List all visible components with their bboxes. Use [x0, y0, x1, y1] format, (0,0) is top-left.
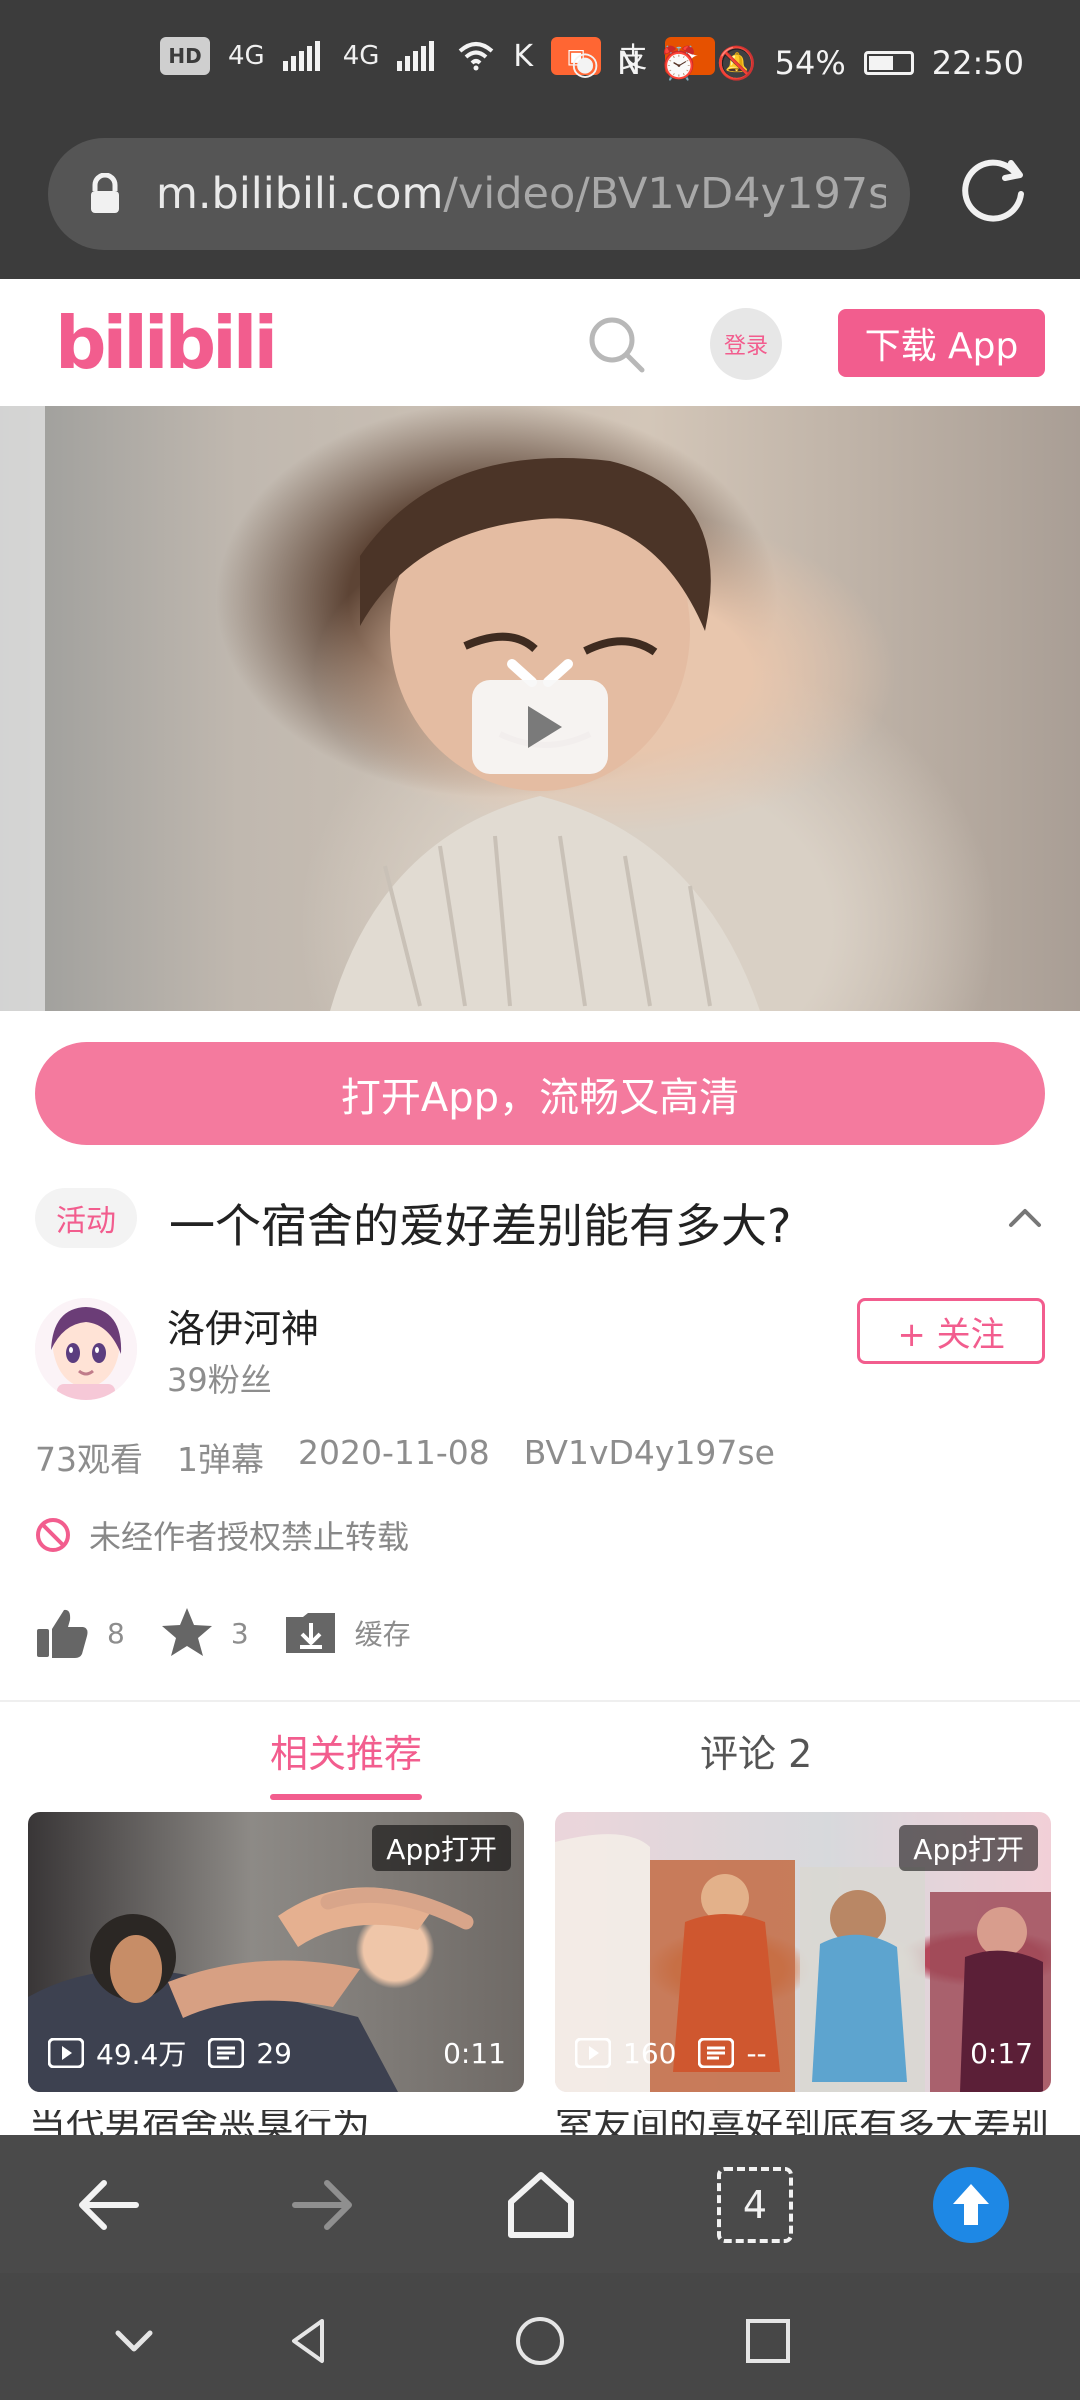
- content-tabs: 相关推荐 评论 2: [0, 1707, 1080, 1800]
- favorite-action[interactable]: 3: [159, 1605, 249, 1661]
- tab-comments[interactable]: 评论 2: [700, 1723, 812, 1778]
- publish-date: 2020-11-08: [298, 1433, 490, 1472]
- forbidden-icon: [36, 1518, 70, 1552]
- comment-count: 29: [256, 2036, 292, 2070]
- refresh-icon[interactable]: [953, 148, 1033, 228]
- url-text: m.bilibili.com/video/BV1vD4y197s: [156, 169, 886, 219]
- site-header: bilibili 登录 下载 App: [0, 279, 1080, 407]
- like-count: 8: [107, 1616, 125, 1650]
- address-field[interactable]: m.bilibili.com/video/BV1vD4y197s: [48, 138, 910, 250]
- chevron-down-icon[interactable]: [104, 2311, 164, 2371]
- battery-icon: [863, 51, 914, 75]
- video-player[interactable]: [0, 406, 1080, 1011]
- signal-label-2: 4G: [342, 41, 380, 71]
- home-circle-icon[interactable]: [510, 2311, 570, 2371]
- wifi-icon: [459, 42, 494, 71]
- forward-arrow-icon[interactable]: [285, 2167, 361, 2243]
- author-avatar[interactable]: [35, 1298, 137, 1400]
- activity-tag[interactable]: 活动: [35, 1188, 137, 1248]
- tab-related[interactable]: 相关推荐: [270, 1723, 423, 1800]
- open-app-button[interactable]: 打开App，流畅又高清: [35, 1042, 1045, 1145]
- view-count: 73观看: [35, 1440, 143, 1479]
- recent-apps-icon[interactable]: [738, 2311, 798, 2371]
- video-duration: 0:17: [970, 2036, 1033, 2070]
- video-title: 一个宿舍的爱好差别能有多大?: [169, 1199, 792, 1253]
- video-duration: 0:11: [443, 2036, 506, 2070]
- play-count: 49.4万: [96, 2038, 187, 2071]
- system-nav-bar: [0, 2273, 1080, 2400]
- browser-address-bar: m.bilibili.com/video/BV1vD4y197s: [0, 138, 1080, 279]
- video-stats: 49.4万 29 0:11: [48, 2034, 506, 2072]
- bilibili-logo[interactable]: bilibili: [55, 301, 278, 385]
- author-name[interactable]: 洛伊河神: [167, 1298, 319, 1353]
- play-count: 160: [623, 2036, 677, 2070]
- search-icon[interactable]: [585, 313, 647, 375]
- upload-button[interactable]: [933, 2167, 1009, 2243]
- like-action[interactable]: 8: [35, 1605, 125, 1661]
- video-stats: 160 -- 0:17: [575, 2034, 1033, 2072]
- url-path: /video/BV1vD4y197s: [443, 169, 886, 219]
- download-app-button[interactable]: 下载 App: [838, 309, 1045, 377]
- fan-count: 39粉丝: [167, 1361, 272, 1399]
- nfc-icon: N: [617, 44, 641, 82]
- danmaku-count-icon: [698, 2038, 735, 2068]
- signal-label-1: 4G: [228, 41, 265, 71]
- video-title-row: 活动 一个宿舍的爱好差别能有多大?: [35, 1188, 1045, 1253]
- play-icon[interactable]: [470, 646, 610, 776]
- alarm-icon: ⏰: [658, 44, 699, 82]
- play-count-icon: [575, 2038, 611, 2068]
- play-stat: 160: [575, 2037, 676, 2070]
- mute-icon: 🔕: [716, 44, 757, 82]
- status-bar: HD 4G 4G K ▣ 支 ✦ ◉ N ⏰ 🔕 54% 22:50: [0, 0, 1080, 138]
- cache-action[interactable]: 缓存: [283, 1605, 411, 1661]
- hd-network-badge: HD: [160, 37, 210, 75]
- comment-stat: 29: [208, 2037, 292, 2070]
- status-right-icons: ◉ N ⏰ 🔕 54% 22:50: [571, 44, 1024, 82]
- signal-icon: [282, 41, 320, 71]
- eye-icon: ◉: [571, 44, 600, 82]
- related-videos: App打开 49.4万 29 0:11 当代男宿舍恶臭行为 App打开 160 …: [28, 1812, 1052, 2140]
- favorite-count: 3: [230, 1616, 249, 1650]
- battery-percent: 54%: [774, 44, 846, 82]
- bv-id: BV1vD4y197se: [523, 1433, 775, 1472]
- app-notification-icon: K: [513, 38, 534, 74]
- author-row: 洛伊河神 39粉丝 + 关注: [35, 1298, 1045, 1404]
- copyright-text: 未经作者授权禁止转载: [89, 1518, 410, 1556]
- signal-icon-2: [397, 41, 435, 71]
- back-triangle-icon[interactable]: [280, 2311, 340, 2371]
- avatar-illustration: [35, 1298, 137, 1400]
- open-in-app-badge[interactable]: App打开: [899, 1825, 1038, 1871]
- video-thumbnail: App打开 49.4万 29 0:11: [28, 1812, 524, 2092]
- chevron-up-icon[interactable]: [1005, 1198, 1045, 1238]
- tabs-button[interactable]: 4: [717, 2167, 793, 2243]
- play-count-icon: [48, 2038, 84, 2068]
- open-in-app-badge[interactable]: App打开: [372, 1825, 511, 1871]
- video-thumbnail: App打开 160 -- 0:17: [555, 1812, 1051, 2092]
- url-domain: m.bilibili.com: [156, 169, 444, 219]
- video-meta: 73观看 1弹幕 2020-11-08 BV1vD4y197se: [35, 1433, 775, 1481]
- copyright-notice: 未经作者授权禁止转载: [35, 1512, 409, 1558]
- comment-count: --: [746, 2036, 767, 2070]
- thumb-up-icon: [37, 1609, 88, 1658]
- star-icon: [161, 1608, 212, 1656]
- arrow-up-icon: [953, 2184, 989, 2225]
- play-stat: 49.4万: [48, 2033, 186, 2073]
- danmaku-count: 1弹幕: [177, 1440, 264, 1479]
- status-time: 22:50: [931, 44, 1024, 82]
- lock-icon: [91, 173, 119, 213]
- section-divider: [0, 1700, 1080, 1702]
- follow-button[interactable]: + 关注: [857, 1298, 1045, 1364]
- back-arrow-icon[interactable]: [70, 2167, 146, 2243]
- login-button[interactable]: 登录: [710, 308, 782, 380]
- cache-label: 缓存: [354, 1618, 411, 1651]
- video-actions: 8 3 缓存: [35, 1605, 411, 1661]
- home-icon[interactable]: [503, 2167, 579, 2243]
- comment-stat: --: [698, 2036, 767, 2070]
- download-folder-icon: [285, 1613, 335, 1653]
- tab-count: 4: [742, 2183, 768, 2227]
- related-video-card[interactable]: App打开 49.4万 29 0:11 当代男宿舍恶臭行为: [28, 1812, 524, 2140]
- browser-toolbar: 4: [0, 2135, 1080, 2273]
- related-video-card[interactable]: App打开 160 -- 0:17 室友间的喜好到底有多大差别?: [555, 1812, 1051, 2140]
- danmaku-count-icon: [208, 2038, 245, 2068]
